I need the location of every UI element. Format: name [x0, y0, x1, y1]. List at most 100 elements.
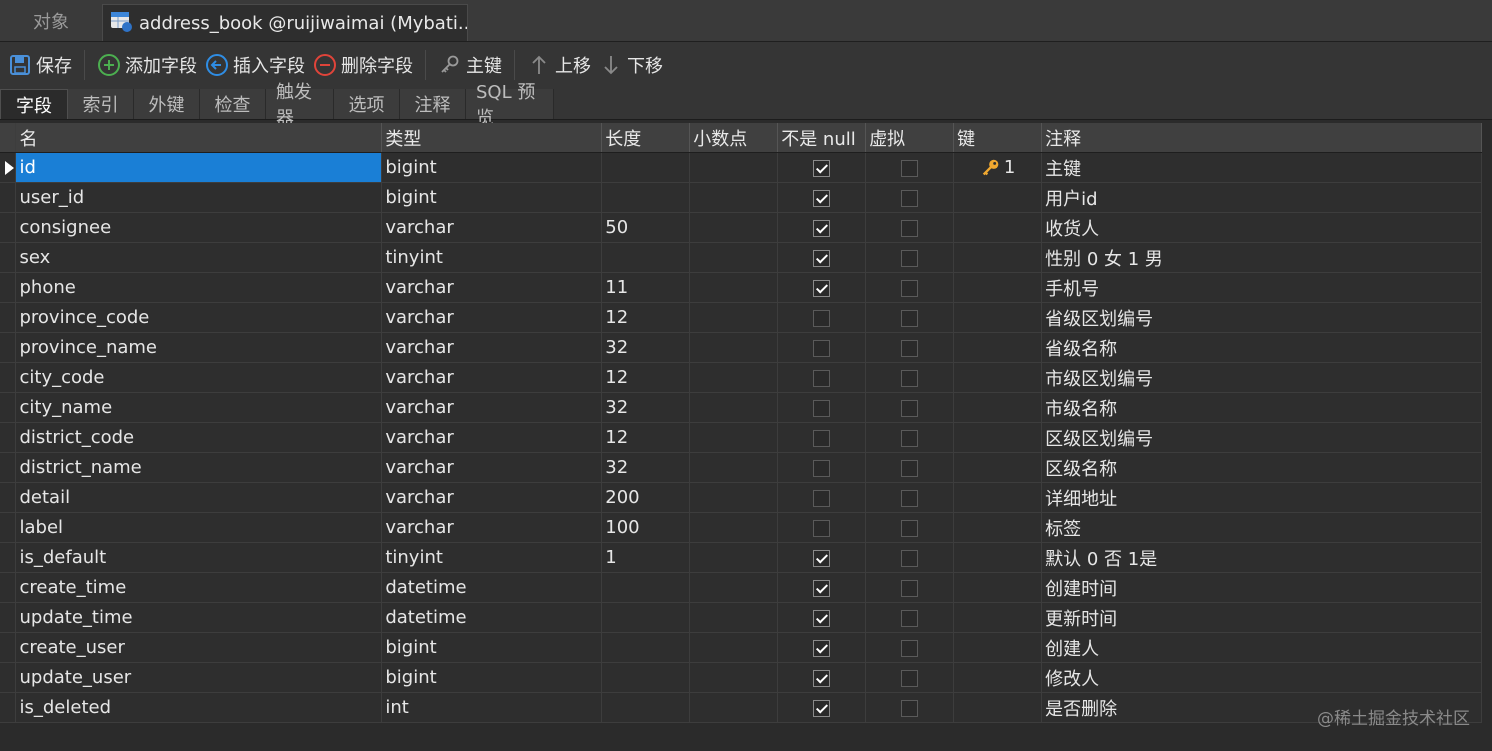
table-row[interactable]: label varchar 100 标签	[0, 512, 1482, 543]
column-header-key[interactable]: 键	[953, 123, 1043, 153]
virtual-checkbox[interactable]	[901, 669, 919, 687]
field-length-cell[interactable]: 50	[601, 212, 691, 243]
field-decimals-cell[interactable]	[689, 632, 779, 663]
field-length-cell[interactable]	[601, 662, 691, 693]
field-comment-cell[interactable]: 性别 0 女 1 男	[1041, 242, 1482, 273]
field-length-cell[interactable]: 11	[601, 272, 691, 303]
tab-foreign-keys[interactable]: 外键	[134, 89, 200, 119]
column-header-not-null[interactable]: 不是 null	[777, 123, 867, 153]
key-cell[interactable]	[953, 212, 1043, 243]
virtual-checkbox[interactable]	[901, 219, 919, 237]
field-decimals-cell[interactable]	[689, 302, 779, 333]
field-length-cell[interactable]: 12	[601, 302, 691, 333]
field-decimals-cell[interactable]	[689, 212, 779, 243]
field-name-cell[interactable]: district_code	[15, 422, 383, 453]
field-name-cell[interactable]: is_deleted	[15, 692, 383, 723]
table-row[interactable]: sex tinyint 性别 0 女 1 男	[0, 242, 1482, 273]
field-type-cell[interactable]: varchar	[381, 422, 603, 453]
field-decimals-cell[interactable]	[689, 392, 779, 423]
field-name-cell[interactable]: label	[15, 512, 383, 543]
virtual-checkbox[interactable]	[901, 489, 919, 507]
table-row[interactable]: phone varchar 11 手机号	[0, 272, 1482, 303]
not-null-checkbox[interactable]	[813, 189, 831, 207]
table-row[interactable]: is_deleted int 是否删除	[0, 692, 1482, 723]
primary-key-button[interactable]: 主键	[434, 48, 506, 82]
field-length-cell[interactable]: 12	[601, 362, 691, 393]
field-comment-cell[interactable]: 区级区划编号	[1041, 422, 1482, 453]
field-name-cell[interactable]: phone	[15, 272, 383, 303]
field-name-cell[interactable]: create_time	[15, 572, 383, 603]
field-name-cell[interactable]: create_user	[15, 632, 383, 663]
not-null-checkbox[interactable]	[813, 549, 831, 567]
not-null-checkbox[interactable]	[813, 699, 831, 717]
virtual-checkbox[interactable]	[901, 279, 919, 297]
virtual-checkbox[interactable]	[901, 429, 919, 447]
virtual-checkbox[interactable]	[901, 399, 919, 417]
field-name-cell[interactable]: user_id	[15, 182, 383, 213]
not-null-checkbox[interactable]	[813, 489, 831, 507]
field-comment-cell[interactable]: 创建人	[1041, 632, 1482, 663]
key-cell[interactable]	[953, 512, 1043, 543]
column-header-virtual[interactable]: 虚拟	[865, 123, 955, 153]
field-comment-cell[interactable]: 手机号	[1041, 272, 1482, 303]
table-row[interactable]: user_id bigint 用户id	[0, 182, 1482, 213]
not-null-checkbox[interactable]	[813, 459, 831, 477]
not-null-checkbox[interactable]	[813, 249, 831, 267]
key-cell[interactable]	[953, 452, 1043, 483]
field-comment-cell[interactable]: 标签	[1041, 512, 1482, 543]
not-null-checkbox[interactable]	[813, 279, 831, 297]
virtual-checkbox[interactable]	[901, 249, 919, 267]
not-null-checkbox[interactable]	[813, 219, 831, 237]
table-row[interactable]: is_default tinyint 1 默认 0 否 1是	[0, 542, 1482, 573]
table-row[interactable]: update_user bigint 修改人	[0, 662, 1482, 693]
delete-field-button[interactable]: 删除字段	[309, 48, 417, 82]
field-comment-cell[interactable]: 省级名称	[1041, 332, 1482, 363]
field-type-cell[interactable]: varchar	[381, 392, 603, 423]
not-null-checkbox[interactable]	[813, 369, 831, 387]
key-cell[interactable]	[953, 482, 1043, 513]
field-comment-cell[interactable]: 默认 0 否 1是	[1041, 542, 1482, 573]
key-cell[interactable]	[953, 362, 1043, 393]
column-header-type[interactable]: 类型	[381, 123, 603, 153]
field-type-cell[interactable]: datetime	[381, 602, 603, 633]
field-type-cell[interactable]: varchar	[381, 302, 603, 333]
table-row[interactable]: city_name varchar 32 市级名称	[0, 392, 1482, 423]
key-cell[interactable]	[953, 392, 1043, 423]
field-length-cell[interactable]: 12	[601, 422, 691, 453]
field-comment-cell[interactable]: 创建时间	[1041, 572, 1482, 603]
tab-indexes[interactable]: 索引	[68, 89, 134, 119]
not-null-checkbox[interactable]	[813, 429, 831, 447]
column-header-comment[interactable]: 注释	[1041, 123, 1482, 153]
field-length-cell[interactable]: 1	[601, 542, 691, 573]
tab-options[interactable]: 选项	[334, 89, 400, 119]
field-decimals-cell[interactable]	[689, 692, 779, 723]
tab-fields[interactable]: 字段	[0, 89, 68, 119]
field-comment-cell[interactable]: 市级区划编号	[1041, 362, 1482, 393]
virtual-checkbox[interactable]	[901, 579, 919, 597]
field-type-cell[interactable]: varchar	[381, 212, 603, 243]
field-decimals-cell[interactable]	[689, 422, 779, 453]
field-comment-cell[interactable]: 用户id	[1041, 182, 1482, 213]
table-row[interactable]: district_name varchar 32 区级名称	[0, 452, 1482, 483]
column-header-length[interactable]: 长度	[601, 123, 691, 153]
field-length-cell[interactable]	[601, 152, 691, 183]
key-cell[interactable]: 1	[953, 152, 1043, 183]
not-null-checkbox[interactable]	[813, 609, 831, 627]
key-cell[interactable]	[953, 692, 1043, 723]
field-decimals-cell[interactable]	[689, 662, 779, 693]
field-length-cell[interactable]	[601, 692, 691, 723]
field-name-cell[interactable]: province_code	[15, 302, 383, 333]
field-type-cell[interactable]: tinyint	[381, 542, 603, 573]
tab-objects[interactable]: 对象	[0, 0, 102, 41]
table-row[interactable]: province_name varchar 32 省级名称	[0, 332, 1482, 363]
virtual-checkbox[interactable]	[901, 549, 919, 567]
move-up-button[interactable]: 上移	[523, 48, 595, 82]
field-name-cell[interactable]: sex	[15, 242, 383, 273]
key-cell[interactable]	[953, 602, 1043, 633]
field-name-cell[interactable]: detail	[15, 482, 383, 513]
add-field-button[interactable]: 添加字段	[93, 48, 201, 82]
field-type-cell[interactable]: bigint	[381, 152, 603, 183]
field-type-cell[interactable]: bigint	[381, 632, 603, 663]
field-length-cell[interactable]: 32	[601, 332, 691, 363]
table-row[interactable]: consignee varchar 50 收货人	[0, 212, 1482, 243]
